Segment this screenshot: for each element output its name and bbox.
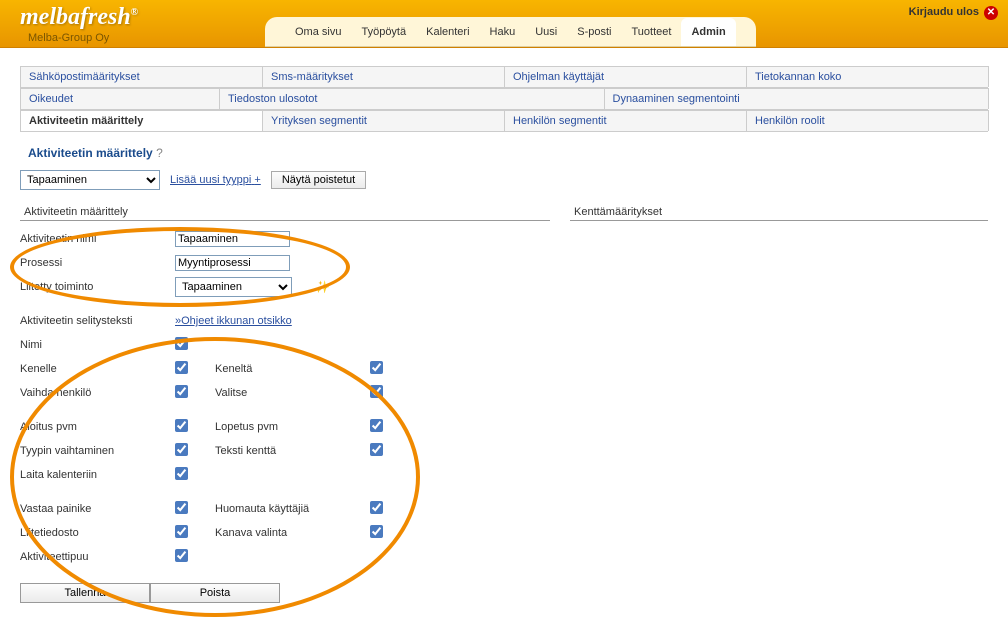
select-linked[interactable]: Tapaaminen xyxy=(175,277,292,297)
tab-company-seg[interactable]: Yrityksen segmentit xyxy=(262,110,505,131)
left-header: Aktiviteetin määrittely xyxy=(20,204,550,221)
chk-tyypin[interactable] xyxy=(175,443,188,456)
topbar: melbafresh® Melba-Group Oy Kirjaudu ulos… xyxy=(0,0,1008,48)
label-vaihda: Vaihda henkilö xyxy=(20,387,175,399)
label-process: Prosessi xyxy=(20,257,175,269)
label-name: Aktiviteetin nimi xyxy=(20,233,175,245)
label-valitse: Valitse xyxy=(215,387,370,399)
nav-oma-sivu[interactable]: Oma sivu xyxy=(285,18,351,46)
tabs-row-1: Sähköpostimääritykset Sms-määritykset Oh… xyxy=(20,66,988,88)
label-tyypin: Tyypin vaihtaminen xyxy=(20,445,175,457)
nav-uusi[interactable]: Uusi xyxy=(525,18,567,46)
label-liite: Liitetiedosto xyxy=(20,527,175,539)
tab-sms[interactable]: Sms-määritykset xyxy=(262,66,505,87)
tab-person-roles[interactable]: Henkilön roolit xyxy=(746,110,989,131)
chk-lopetus[interactable] xyxy=(370,419,383,432)
chk-vaihda[interactable] xyxy=(175,385,188,398)
chk-nimi[interactable] xyxy=(175,337,188,350)
close-icon[interactable]: ✕ xyxy=(984,6,998,20)
delete-button[interactable]: Poista xyxy=(150,583,280,603)
tabs-row-2: Oikeudet Tiedoston ulosotot Dynaaminen s… xyxy=(20,88,988,110)
tab-file-export[interactable]: Tiedoston ulosotot xyxy=(219,88,605,109)
label-linked: Liitetty toiminto xyxy=(20,281,175,293)
input-process[interactable] xyxy=(175,255,290,271)
chk-huomauta[interactable] xyxy=(370,501,383,514)
nav-tuotteet[interactable]: Tuotteet xyxy=(621,18,681,46)
nav-haku[interactable]: Haku xyxy=(480,18,526,46)
chk-teksti[interactable] xyxy=(370,443,383,456)
nav-admin[interactable]: Admin xyxy=(681,18,735,46)
tab-activity-def[interactable]: Aktiviteetin määrittely xyxy=(20,110,263,131)
chk-aloitus[interactable] xyxy=(175,419,188,432)
tab-users[interactable]: Ohjelman käyttäjät xyxy=(504,66,747,87)
right-header: Kenttämääritykset xyxy=(570,204,988,221)
chk-kanava[interactable] xyxy=(370,525,383,538)
label-desc: Aktiviteetin selitysteksti xyxy=(20,315,175,327)
nav-sposti[interactable]: S-posti xyxy=(567,18,621,46)
chk-valitse[interactable] xyxy=(370,385,383,398)
desc-link[interactable]: »Ohjeet ikkunan otsikko xyxy=(175,315,292,327)
tab-rights[interactable]: Oikeudet xyxy=(20,88,220,109)
plus-icon: + xyxy=(254,174,260,186)
type-select[interactable]: Tapaaminen xyxy=(20,170,160,190)
label-vastaa: Vastaa painike xyxy=(20,503,175,515)
tabs-row-3: Aktiviteetin määrittely Yrityksen segmen… xyxy=(20,110,988,132)
label-kalenteri: Laita kalenteriin xyxy=(20,469,175,481)
tab-dyn-segment[interactable]: Dynaaminen segmentointi xyxy=(604,88,990,109)
left-panel: Aktiviteetin määrittely Aktiviteetin nim… xyxy=(20,204,550,603)
label-huomauta: Huomauta käyttäjiä xyxy=(215,503,370,515)
label-nimi: Nimi xyxy=(20,339,175,351)
help-icon[interactable]: ? xyxy=(156,146,163,160)
chk-liite[interactable] xyxy=(175,525,188,538)
chk-vastaa[interactable] xyxy=(175,501,188,514)
main-nav: Oma sivu Työpöytä Kalenteri Haku Uusi S-… xyxy=(265,17,756,47)
nav-tyopoyt[interactable]: Työpöytä xyxy=(351,18,416,46)
label-kenelta: Keneltä xyxy=(215,363,370,375)
show-deleted-button[interactable]: Näytä poistetut xyxy=(271,171,366,189)
label-kenelle: Kenelle xyxy=(20,363,175,375)
logo: melbafresh® xyxy=(20,4,138,31)
page-title: Aktiviteetin määrittely ? xyxy=(28,146,988,160)
label-aloitus: Aloitus pvm xyxy=(20,421,175,433)
input-name[interactable] xyxy=(175,231,290,247)
chk-kenelle[interactable] xyxy=(175,361,188,374)
label-kanava: Kanava valinta xyxy=(215,527,370,539)
tab-email[interactable]: Sähköpostimääritykset xyxy=(20,66,263,87)
wand-icon[interactable]: ✨ xyxy=(315,280,330,294)
label-lopetus: Lopetus pvm xyxy=(215,421,370,433)
company-name: Melba-Group Oy xyxy=(28,32,109,44)
tab-dbsize[interactable]: Tietokannan koko xyxy=(746,66,989,87)
nav-kalenteri[interactable]: Kalenteri xyxy=(416,18,479,46)
save-button[interactable]: Tallenna xyxy=(20,583,150,603)
content: Sähköpostimääritykset Sms-määritykset Oh… xyxy=(0,48,1008,621)
logout-link[interactable]: Kirjaudu ulos ✕ xyxy=(909,6,998,20)
chk-kalenteri[interactable] xyxy=(175,467,188,480)
tab-person-seg[interactable]: Henkilön segmentit xyxy=(504,110,747,131)
label-teksti: Teksti kenttä xyxy=(215,445,370,457)
add-type-link[interactable]: Lisää uusi tyyppi + xyxy=(170,174,261,186)
label-puu: Aktiviteettipuu xyxy=(20,551,175,563)
chk-puu[interactable] xyxy=(175,549,188,562)
chk-kenelta[interactable] xyxy=(370,361,383,374)
controls-row: Tapaaminen Lisää uusi tyyppi + Näytä poi… xyxy=(20,170,988,190)
right-panel: Kenttämääritykset xyxy=(570,204,988,603)
